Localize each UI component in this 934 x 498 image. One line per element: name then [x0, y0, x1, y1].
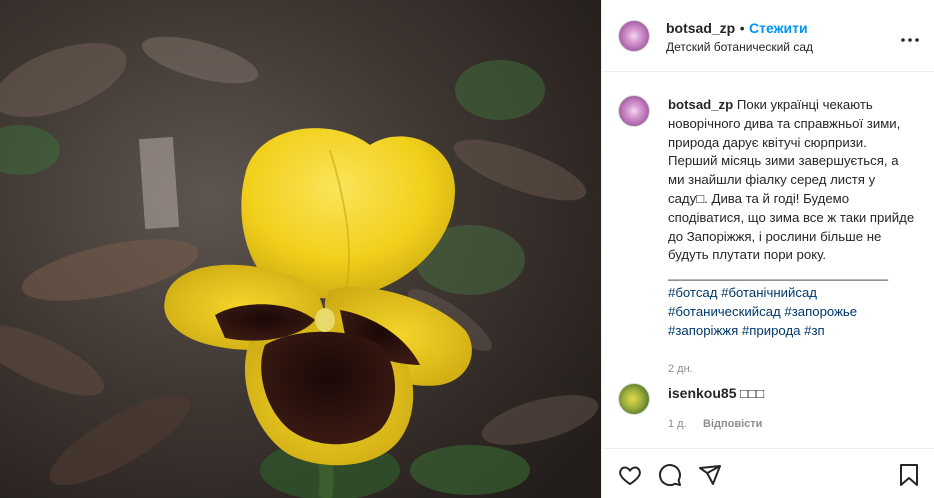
separator-dot: •: [739, 20, 745, 36]
caption-time: 2 дн.: [668, 363, 693, 375]
username-link[interactable]: botsad_zp: [666, 20, 735, 36]
post-photo[interactable]: [0, 0, 601, 498]
commenter-avatar[interactable]: [618, 383, 650, 415]
caption-text: Поки українці чекають новорічного дива т…: [668, 97, 918, 263]
post-header: botsad_zp • Стежити Детский ботанический…: [602, 0, 934, 72]
comment: isenkou85 □□□: [668, 385, 764, 401]
action-bar: [602, 448, 934, 498]
comment-icon[interactable]: [658, 463, 682, 492]
bookmark-icon[interactable]: [898, 463, 920, 492]
caption-avatar[interactable]: [618, 95, 650, 127]
comment-text: □□□: [740, 386, 765, 401]
follow-button[interactable]: Стежити: [749, 20, 808, 36]
caption-divider: ______________________________: [668, 266, 889, 282]
comment-username[interactable]: isenkou85: [668, 385, 736, 401]
share-icon[interactable]: [698, 463, 722, 492]
avatar[interactable]: [618, 20, 650, 52]
post-sidebar: botsad_zp • Стежити Детский ботанический…: [601, 0, 934, 498]
more-icon[interactable]: [901, 26, 919, 47]
comment-time: 1 д.: [668, 418, 687, 430]
post-caption: botsad_zp Поки українці чекають новорічн…: [668, 96, 918, 340]
reply-button[interactable]: Відповісти: [703, 418, 762, 430]
pansy-photo: [0, 0, 601, 498]
location-link[interactable]: Детский ботанический сад: [666, 40, 813, 54]
heart-icon[interactable]: [618, 463, 642, 492]
caption-username[interactable]: botsad_zp: [668, 97, 733, 112]
caption-hashtags[interactable]: #ботсад #ботанічнийсад #ботаническийсад …: [668, 285, 857, 338]
